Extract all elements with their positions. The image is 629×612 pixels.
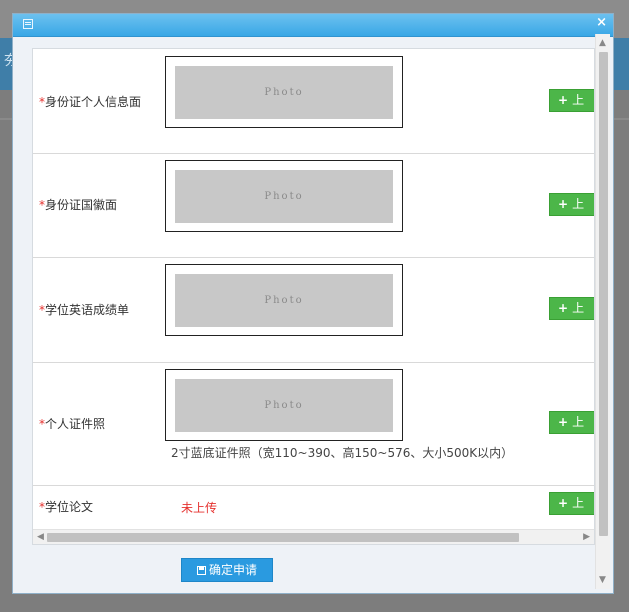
label-text: 身份证个人信息面: [45, 95, 142, 109]
row-label: *学位英语成绩单: [39, 301, 129, 318]
photo-preview: Photo: [165, 264, 403, 336]
close-button[interactable]: ×: [596, 15, 607, 30]
upload-button[interactable]: + 上: [549, 411, 594, 434]
scroll-right-icon[interactable]: ▶: [583, 532, 590, 542]
photo-preview: Photo: [165, 160, 403, 232]
upload-button[interactable]: + 上: [549, 89, 594, 112]
form-scroll-area[interactable]: *身份证个人信息面 Photo + 上 *身份证国徽面 Photo + 上 *学位英…: [32, 48, 595, 545]
form-row-id-photo: *个人证件照 Photo + 上 2寸蓝底证件照（宽110~390、高150~57…: [33, 363, 594, 486]
photo-preview: Photo: [165, 56, 403, 128]
form-row-english-transcript: *学位英语成绩单 Photo + 上: [33, 258, 594, 363]
scroll-up-icon[interactable]: ▲: [599, 38, 606, 48]
row-label: *身份证个人信息面: [39, 93, 141, 110]
scroll-left-icon[interactable]: ◀: [37, 532, 44, 542]
plus-icon: +: [558, 197, 569, 211]
confirm-button-label: 确定申请: [208, 563, 257, 577]
upload-button[interactable]: + 上: [549, 297, 594, 320]
row-label: *个人证件照: [39, 415, 105, 432]
row-label: *身份证国徽面: [39, 196, 117, 213]
upload-button-label: 上: [572, 301, 585, 315]
photo-placeholder: Photo: [175, 170, 393, 223]
window-icon: [23, 19, 33, 29]
label-text: 身份证国徽面: [45, 198, 118, 212]
plus-icon: +: [558, 93, 569, 107]
form-row-thesis: *学位论文 未上传 + 上: [33, 486, 594, 530]
row-label: *学位论文: [39, 498, 93, 515]
label-text: 学位英语成绩单: [45, 303, 130, 317]
vertical-scroll-thumb[interactable]: [599, 52, 608, 536]
form-row-id-front: *身份证个人信息面 Photo + 上: [33, 49, 594, 154]
plus-icon: +: [558, 496, 569, 510]
label-text: 个人证件照: [45, 417, 106, 431]
plus-icon: +: [558, 301, 569, 315]
upload-button-label: 上: [572, 415, 585, 429]
save-icon: [196, 566, 206, 575]
photo-preview: Photo: [165, 369, 403, 441]
horizontal-scroll-thumb[interactable]: [47, 533, 519, 542]
form-row-id-back: *身份证国徽面 Photo + 上: [33, 154, 594, 258]
photo-placeholder: Photo: [175, 66, 393, 119]
plus-icon: +: [558, 415, 569, 429]
label-text: 学位论文: [45, 500, 94, 514]
confirm-apply-button[interactable]: 确定申请: [181, 558, 273, 582]
upload-button-label: 上: [572, 496, 585, 510]
photo-placeholder: Photo: [175, 274, 393, 327]
dialog-titlebar: ×: [13, 14, 613, 37]
upload-status: 未上传: [181, 501, 218, 515]
vertical-scrollbar[interactable]: ▲ ▼: [595, 34, 610, 589]
upload-dialog: × *身份证个人信息面 Photo + 上 *身份证国徽面 Photo + 上 *学…: [12, 13, 614, 594]
upload-button-label: 上: [572, 197, 585, 211]
photo-placeholder: Photo: [175, 379, 393, 432]
upload-button[interactable]: + 上: [549, 193, 594, 216]
upload-button-label: 上: [572, 93, 585, 107]
photo-requirements-hint: 2寸蓝底证件照（宽110~390、高150~576、大小500K以内）: [171, 446, 514, 460]
upload-button[interactable]: + 上: [549, 492, 594, 515]
scroll-down-icon[interactable]: ▼: [599, 575, 606, 585]
horizontal-scrollbar[interactable]: ◀ ▶: [33, 529, 594, 544]
